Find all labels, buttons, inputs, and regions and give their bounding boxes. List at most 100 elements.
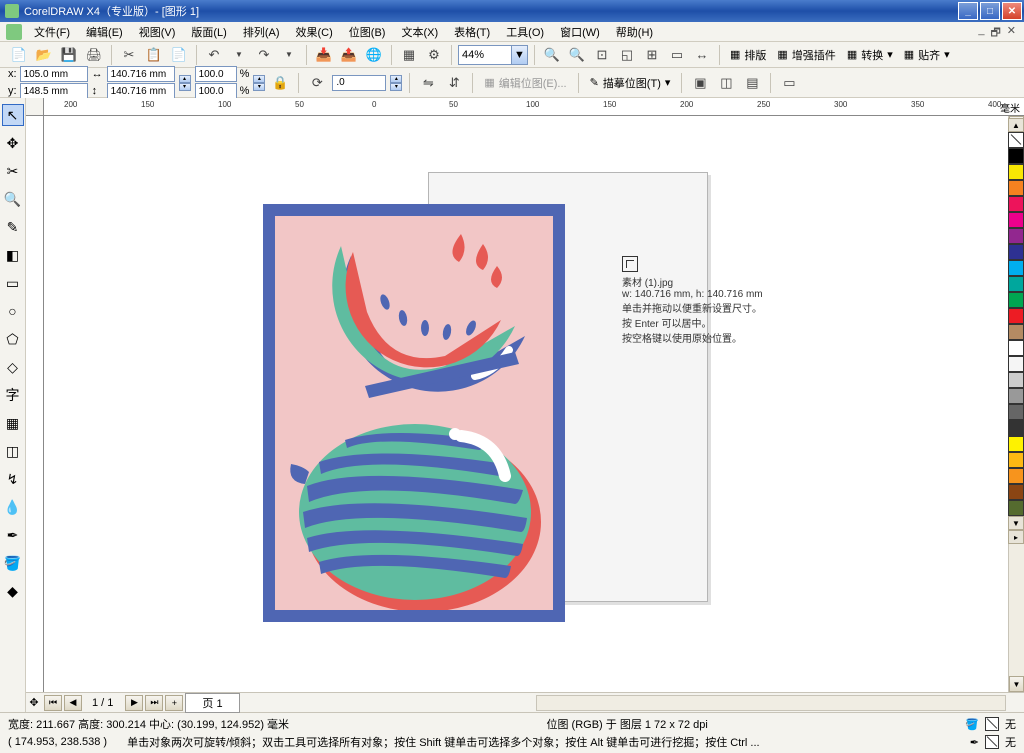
menu-window[interactable]: 窗口(W) bbox=[554, 22, 606, 42]
color-swatch[interactable] bbox=[1008, 484, 1024, 500]
wrap-button[interactable]: ▤ bbox=[741, 72, 763, 94]
copy-button[interactable]: 📋 bbox=[143, 44, 165, 66]
ellipse-tool[interactable]: ○ bbox=[2, 300, 24, 322]
edit-bitmap-button[interactable]: ▦ 编辑位图(E)... bbox=[480, 72, 570, 94]
color-swatch[interactable] bbox=[1008, 324, 1024, 340]
convert-button[interactable]: ▦ 转换 ▾ bbox=[843, 44, 897, 66]
import-button[interactable]: 📥 bbox=[313, 44, 335, 66]
rotation-input[interactable]: .0 bbox=[332, 75, 386, 91]
scalex-input[interactable]: 100.0 bbox=[195, 66, 237, 82]
zoom-tool[interactable]: 🔍 bbox=[2, 188, 24, 210]
print-button[interactable]: 🖨 bbox=[83, 44, 105, 66]
palette-up-button[interactable]: ▲ bbox=[1008, 118, 1024, 132]
scaley-input[interactable]: 100.0 bbox=[195, 83, 237, 99]
prev-page-button[interactable]: ◀ bbox=[64, 695, 82, 711]
color-swatch[interactable] bbox=[1008, 276, 1024, 292]
basic-shapes-tool[interactable]: ◇ bbox=[2, 356, 24, 378]
zoom-select[interactable]: 44% ▼ bbox=[458, 45, 528, 65]
menu-help[interactable]: 帮助(H) bbox=[610, 22, 659, 42]
color-swatch[interactable] bbox=[1008, 228, 1024, 244]
menu-view[interactable]: 视图(V) bbox=[133, 22, 182, 42]
close-button[interactable]: ✕ bbox=[1002, 2, 1022, 20]
color-swatch[interactable] bbox=[1008, 148, 1024, 164]
next-page-button[interactable]: ▶ bbox=[125, 695, 143, 711]
outline-swatch[interactable] bbox=[985, 735, 999, 749]
maximize-button[interactable]: □ bbox=[980, 2, 1000, 20]
layout-button[interactable]: ▦ 排版 bbox=[726, 44, 770, 66]
page-tab[interactable]: 页 1 bbox=[185, 693, 239, 713]
dimension-tool[interactable]: ◫ bbox=[2, 440, 24, 462]
color-swatch[interactable] bbox=[1008, 292, 1024, 308]
open-button[interactable]: 📂 bbox=[33, 44, 55, 66]
crop-button[interactable]: ▣ bbox=[689, 72, 711, 94]
y-input[interactable]: 148.5 mm bbox=[20, 83, 88, 99]
color-swatch[interactable] bbox=[1008, 340, 1024, 356]
polygon-tool[interactable]: ⬠ bbox=[2, 328, 24, 350]
height-input[interactable]: 140.716 mm bbox=[107, 83, 175, 99]
menu-layout[interactable]: 版面(L) bbox=[185, 22, 232, 42]
rectangle-tool[interactable]: ▭ bbox=[2, 272, 24, 294]
lock-ratio-button[interactable]: 🔒 bbox=[269, 72, 291, 94]
color-swatch[interactable] bbox=[1008, 308, 1024, 324]
mirror-v-button[interactable]: ⇵ bbox=[443, 72, 465, 94]
horizontal-ruler[interactable]: 毫米 20015010050050100150200250300350400 bbox=[44, 98, 1024, 116]
extra-button[interactable]: ▭ bbox=[778, 72, 800, 94]
menu-arrange[interactable]: 排列(A) bbox=[237, 22, 286, 42]
table-tool[interactable]: ▦ bbox=[2, 412, 24, 434]
shape-tool[interactable]: ✥ bbox=[2, 132, 24, 154]
color-swatch[interactable] bbox=[1008, 356, 1024, 372]
pick-tool[interactable]: ↖ bbox=[2, 104, 24, 126]
zoom-width-button[interactable]: ↔ bbox=[691, 44, 713, 66]
first-page-button[interactable]: ⏮ bbox=[44, 695, 62, 711]
crop-tool[interactable]: ✂ bbox=[2, 160, 24, 182]
doc-minimize-button[interactable]: _ bbox=[978, 24, 984, 43]
resample-button[interactable]: ◫ bbox=[715, 72, 737, 94]
artwork-card[interactable] bbox=[263, 204, 565, 622]
eyedropper-tool[interactable]: 💧 bbox=[2, 496, 24, 518]
color-swatch[interactable] bbox=[1008, 468, 1024, 484]
color-swatch[interactable] bbox=[1008, 212, 1024, 228]
align-button[interactable]: ▦ 贴齐 ▾ bbox=[900, 44, 954, 66]
options-button[interactable]: ⚙ bbox=[423, 44, 445, 66]
new-button[interactable]: 📄 bbox=[8, 44, 30, 66]
x-input[interactable]: 105.0 mm bbox=[20, 66, 88, 82]
trace-bitmap-button[interactable]: ✎ 描摹位图(T) ▾ bbox=[586, 72, 675, 94]
rot-spinner[interactable]: ▴▾ bbox=[390, 75, 402, 91]
color-swatch[interactable] bbox=[1008, 244, 1024, 260]
smart-fill-tool[interactable]: ◧ bbox=[2, 244, 24, 266]
menu-edit[interactable]: 编辑(E) bbox=[80, 22, 129, 42]
fill-swatch[interactable] bbox=[985, 717, 999, 731]
zoom-out-button[interactable]: 🔍 bbox=[566, 44, 588, 66]
color-swatch[interactable] bbox=[1008, 500, 1024, 516]
color-swatch[interactable] bbox=[1008, 388, 1024, 404]
no-color-swatch[interactable] bbox=[1008, 132, 1024, 148]
color-swatch[interactable] bbox=[1008, 436, 1024, 452]
scale-spinner[interactable]: ▴▾ bbox=[253, 75, 265, 91]
width-input[interactable]: 140.716 mm bbox=[107, 66, 175, 82]
vertical-ruler[interactable] bbox=[26, 116, 44, 692]
menu-file[interactable]: 文件(F) bbox=[28, 22, 76, 42]
undo-dropdown[interactable]: ▼ bbox=[228, 44, 250, 66]
color-swatch[interactable] bbox=[1008, 420, 1024, 436]
add-page-button[interactable]: + bbox=[165, 695, 183, 711]
text-tool[interactable]: 字 bbox=[2, 384, 24, 406]
color-swatch[interactable] bbox=[1008, 260, 1024, 276]
color-swatch[interactable] bbox=[1008, 404, 1024, 420]
ruler-corner[interactable] bbox=[26, 98, 44, 116]
color-swatch[interactable] bbox=[1008, 164, 1024, 180]
zoom-in-button[interactable]: 🔍 bbox=[541, 44, 563, 66]
viewport[interactable]: 素材 (1).jpg w: 140.716 mm, h: 140.716 mm … bbox=[44, 116, 1024, 692]
last-page-button[interactable]: ⏭ bbox=[145, 695, 163, 711]
freehand-tool[interactable]: ✎ bbox=[2, 216, 24, 238]
palette-down-button[interactable]: ▼ bbox=[1008, 516, 1024, 530]
connector-tool[interactable]: ↯ bbox=[2, 468, 24, 490]
color-swatch[interactable] bbox=[1008, 372, 1024, 388]
horizontal-scrollbar[interactable] bbox=[536, 695, 1006, 711]
publish-button[interactable]: 🌐 bbox=[363, 44, 385, 66]
menu-effects[interactable]: 效果(C) bbox=[290, 22, 339, 42]
interactive-fill-tool[interactable]: ◆ bbox=[2, 580, 24, 602]
doc-close-button[interactable]: ✕ bbox=[1007, 24, 1016, 43]
menu-text[interactable]: 文本(X) bbox=[395, 22, 444, 42]
palette-flyout-button[interactable]: ▸ bbox=[1008, 530, 1024, 544]
size-spinner[interactable]: ▴▾ bbox=[179, 75, 191, 91]
